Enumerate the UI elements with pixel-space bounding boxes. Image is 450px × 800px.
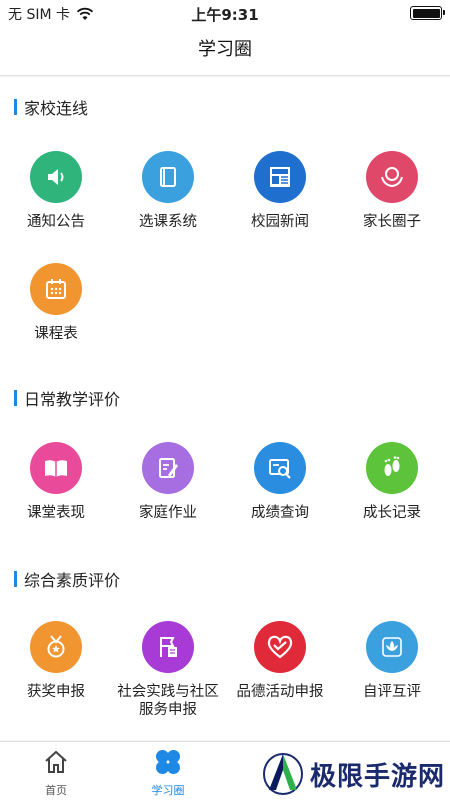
- status-time: 上午9:31: [191, 6, 259, 24]
- tile-social-practice[interactable]: 社会实践与社区服务申报: [112, 621, 224, 721]
- battery-tip: [443, 10, 445, 15]
- section-title: 日常教学评价: [24, 390, 121, 409]
- tab-label: 首页: [45, 784, 67, 797]
- tile-award-application[interactable]: 获奖申报: [0, 621, 112, 721]
- tile-self-peer-evaluation[interactable]: 自评互评: [336, 621, 448, 721]
- battery-icon: [410, 6, 445, 20]
- watermark-text: 极限手游网: [310, 762, 446, 792]
- lotus-icon: [366, 621, 418, 673]
- flag-document-icon: [142, 621, 194, 673]
- search-score-icon: [254, 442, 306, 494]
- tile-label: 社会实践与社区服务申报: [117, 684, 219, 718]
- tile-label: 获奖申报: [27, 684, 85, 700]
- tab-study-circle[interactable]: 学习圈: [112, 748, 224, 798]
- clover-icon: [156, 750, 180, 774]
- tile-label: 品德活动申报: [236, 684, 324, 700]
- section-title: 家校连线: [24, 99, 89, 118]
- tile-label: 家长圈子: [363, 214, 421, 230]
- section-home-school: 家校连线 通知公告 选课系统 校园新闻 家长圈子 课程表: [0, 91, 450, 361]
- tile-campus-news[interactable]: 校园新闻: [224, 151, 336, 251]
- tab-label: 学习圈: [151, 784, 185, 797]
- section-quality-evaluation: 综合素质评价 获奖申报 社会实践与社区服务申报 品德活动申报 自评互评: [0, 563, 450, 733]
- section-header: 综合素质评价: [0, 563, 450, 593]
- status-bar: 无 SIM 卡 上午9:31: [0, 0, 450, 26]
- section-accent-bar: [14, 99, 17, 115]
- page-title: 学习圈: [198, 39, 252, 60]
- section-accent-bar: [14, 571, 17, 587]
- tile-timetable[interactable]: 课程表: [0, 263, 112, 363]
- calendar-icon: [30, 263, 82, 315]
- tile-label: 通知公告: [27, 214, 85, 230]
- section-daily-teaching: 日常教学评价 课堂表现 家庭作业 成绩查询 成长记录: [0, 382, 450, 542]
- home-icon: [45, 750, 67, 773]
- tile-course-selection[interactable]: 选课系统: [112, 151, 224, 251]
- newspaper-icon: [254, 151, 306, 203]
- battery-fill: [412, 8, 440, 18]
- watermark: 极限手游网: [258, 748, 448, 798]
- tile-label: 课程表: [34, 326, 78, 342]
- tile-notice[interactable]: 通知公告: [0, 151, 112, 251]
- tab-home[interactable]: 首页: [0, 748, 112, 798]
- tile-score-query[interactable]: 成绩查询: [224, 442, 336, 542]
- medal-icon: [30, 621, 82, 673]
- edit-note-icon: [142, 442, 194, 494]
- section-title: 综合素质评价: [24, 571, 121, 590]
- tile-homework[interactable]: 家庭作业: [112, 442, 224, 542]
- watermark-logo-icon: [263, 753, 303, 795]
- tile-moral-activity[interactable]: 品德活动申报: [224, 621, 336, 721]
- tile-label: 校园新闻: [251, 214, 309, 230]
- heart-icon: [254, 621, 306, 673]
- section-accent-bar: [14, 390, 17, 406]
- tile-label: 选课系统: [139, 214, 197, 230]
- footprint-icon: [366, 442, 418, 494]
- nav-bar: 学习圈: [0, 26, 450, 76]
- tile-parent-circle[interactable]: 家长圈子: [336, 151, 448, 251]
- parent-child-icon: [366, 151, 418, 203]
- tile-label: 成绩查询: [251, 505, 309, 521]
- book-icon: [142, 151, 194, 203]
- tile-classroom-performance[interactable]: 课堂表现: [0, 442, 112, 542]
- tile-label: 课堂表现: [27, 505, 85, 521]
- speaker-icon: [30, 151, 82, 203]
- tile-label: 家庭作业: [139, 505, 197, 521]
- tile-label: 成长记录: [363, 505, 421, 521]
- tile-label: 自评互评: [363, 684, 421, 700]
- main-content: 家校连线 通知公告 选课系统 校园新闻 家长圈子 课程表 日常教学评价 课堂表现…: [0, 77, 450, 740]
- open-book-icon: [30, 442, 82, 494]
- section-header: 家校连线: [0, 91, 450, 121]
- section-header: 日常教学评价: [0, 382, 450, 412]
- tile-growth-record[interactable]: 成长记录: [336, 442, 448, 542]
